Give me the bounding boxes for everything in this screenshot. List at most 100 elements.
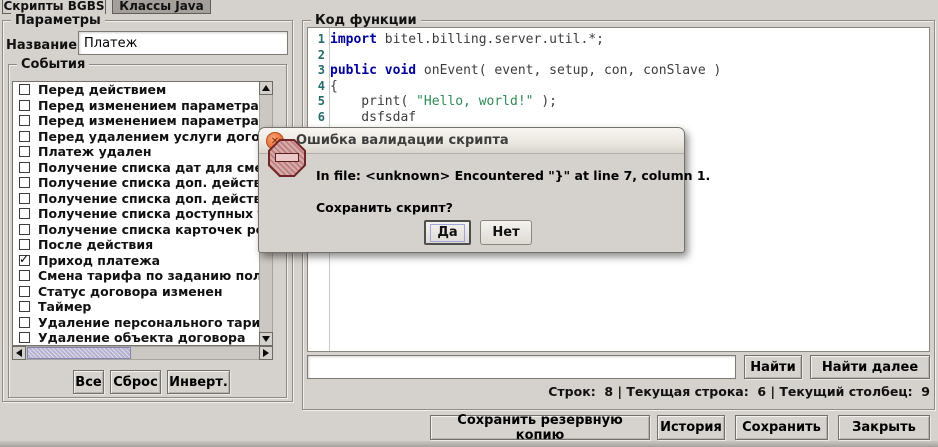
event-list-item[interactable]: Таймер [13,299,272,315]
event-list-item[interactable]: Получение списка доп. действия [13,191,272,207]
event-item-label: Получение списка доп. действия [38,191,272,207]
select-all-button[interactable]: Все [73,370,104,394]
history-button[interactable]: История [657,415,725,440]
event-item-label: Перед изменением параметра объект [38,113,272,129]
checkbox-unchecked[interactable] [19,131,30,142]
code-panel-title: Код функции [311,13,421,28]
event-list-item[interactable]: Статус договора изменен [13,284,272,300]
checkbox-unchecked[interactable] [19,239,30,250]
application-window: Скрипты BGBS Классы Java Параметры Назва… [0,0,938,447]
line-number: 3 [308,63,329,79]
checkbox-unchecked[interactable] [19,100,30,111]
event-item-label: Платеж удален [38,144,152,160]
scroll-left-button[interactable] [12,346,26,360]
code-line: { [330,79,929,95]
dialog-titlebar[interactable]: ✕ Ошибка валидации скрипта [259,128,684,154]
yes-button[interactable]: Да [424,220,471,245]
event-item-label: Получение списка карточек регис [38,222,272,238]
checkbox-unchecked[interactable] [19,193,30,204]
invert-button[interactable]: Инверт. [167,370,230,394]
checkbox-unchecked[interactable] [19,177,30,188]
dialog-title: Ошибка валидации скрипта [296,128,509,154]
events-panel-title: События [17,57,89,72]
hscroll-thumb[interactable] [27,347,131,359]
event-item-label: Удаление персонального тарифно [38,315,272,331]
events-list[interactable]: Перед действиемПеред изменением параметр… [12,81,273,346]
checkbox-unchecked[interactable] [19,115,30,126]
validation-error-dialog: ✕ Ошибка валидации скрипта In file: <unk… [258,127,685,253]
line-number: 5 [308,94,329,110]
event-list-item[interactable]: Перед изменением параметра догово [13,98,272,114]
event-list-item[interactable]: Удаление объекта договора [13,330,272,346]
scroll-left-icon [16,349,22,357]
reset-button[interactable]: Сброс [110,370,161,394]
params-panel-title: Параметры [11,13,105,28]
line-number: 2 [308,48,329,64]
tab-scripts-bgbs[interactable]: Скрипты BGBS [2,0,106,14]
event-list-item[interactable]: Получение списка дат для смены [13,160,272,176]
event-item-label: Получение списка доступных тари [38,206,272,222]
checkbox-checked[interactable]: ✓ [19,255,30,266]
save-backup-button[interactable]: Сохранить резервную копию [430,415,650,440]
line-number: 1 [308,32,329,48]
dialog-error-message: In file: <unknown> Encountered "}" at li… [316,168,710,183]
event-list-item[interactable]: После действия [13,237,272,253]
event-item-label: Получение списка дат для смены [38,160,272,176]
event-item-label: Приход платежа [38,253,160,269]
event-item-label: Статус договора изменен [38,284,223,300]
save-button[interactable]: Сохранить [735,415,828,440]
scroll-down-icon [262,336,270,342]
name-input[interactable] [78,31,288,55]
code-line: import bitel.billing.server.util.*; [330,32,929,48]
scroll-right-icon [263,349,269,357]
event-item-label: Получение списка доп. действия [38,175,272,191]
event-item-label: Перед удалением услуги договора [38,129,272,145]
code-line: print( "Hello, world!" ); [330,94,929,110]
checkbox-unchecked[interactable] [19,301,30,312]
checkbox-unchecked[interactable] [19,224,30,235]
status-line: Строк: 8 | Текущая строка: 6 | Текущий с… [430,384,930,399]
line-number: 4 [308,79,329,95]
event-list-item[interactable]: Удаление персонального тарифно [13,315,272,331]
checkbox-unchecked[interactable] [19,286,30,297]
event-list-item[interactable]: Перед действием [13,82,272,98]
yes-button-label: Да [430,224,464,242]
event-item-label: Перед изменением параметра догово [38,98,272,114]
window-bottom-edge [0,441,938,447]
stop-error-icon [268,139,306,177]
event-list-item[interactable]: Получение списка доступных тари [13,206,272,222]
checkbox-unchecked[interactable] [19,146,30,157]
scroll-up-icon [262,85,270,91]
event-list-item[interactable]: Получение списка доп. действия [13,175,272,191]
tab-classes-java[interactable]: Классы Java [112,0,211,14]
code-line: dsfsdaf [330,110,929,126]
code-line: public void onEvent( event, setup, con, … [330,63,929,79]
no-button[interactable]: Нет [480,220,532,245]
name-label: Название: [6,38,82,53]
event-list-item[interactable]: Смена тарифа по заданию пользова [13,268,272,284]
line-number: 6 [308,110,329,126]
close-button[interactable]: Закрыть [838,415,930,440]
event-list-item[interactable]: ✓ Приход платежа [13,253,272,269]
checkbox-unchecked[interactable] [19,84,30,95]
event-item-label: Перед действием [38,82,166,98]
event-item-label: После действия [38,237,153,253]
event-list-item[interactable]: Перед изменением параметра объект [13,113,272,129]
scroll-right-button[interactable] [259,346,273,360]
scroll-up-button[interactable] [259,81,273,95]
scroll-down-button[interactable] [259,332,273,346]
code-line [330,48,929,64]
search-input[interactable] [307,355,736,379]
checkbox-unchecked[interactable] [19,162,30,173]
event-item-label: Смена тарифа по заданию пользова [38,268,272,284]
event-list-item[interactable]: Получение списка карточек регис [13,222,272,238]
find-button[interactable]: Найти [744,355,802,379]
checkbox-unchecked[interactable] [19,332,30,343]
find-next-button[interactable]: Найти далее [810,355,930,379]
event-list-item[interactable]: Платеж удален [13,144,272,160]
checkbox-unchecked[interactable] [19,270,30,281]
checkbox-unchecked[interactable] [19,317,30,328]
checkbox-unchecked[interactable] [19,208,30,219]
event-list-item[interactable]: Перед удалением услуги договора [13,129,272,145]
event-item-label: Удаление объекта договора [38,330,245,346]
